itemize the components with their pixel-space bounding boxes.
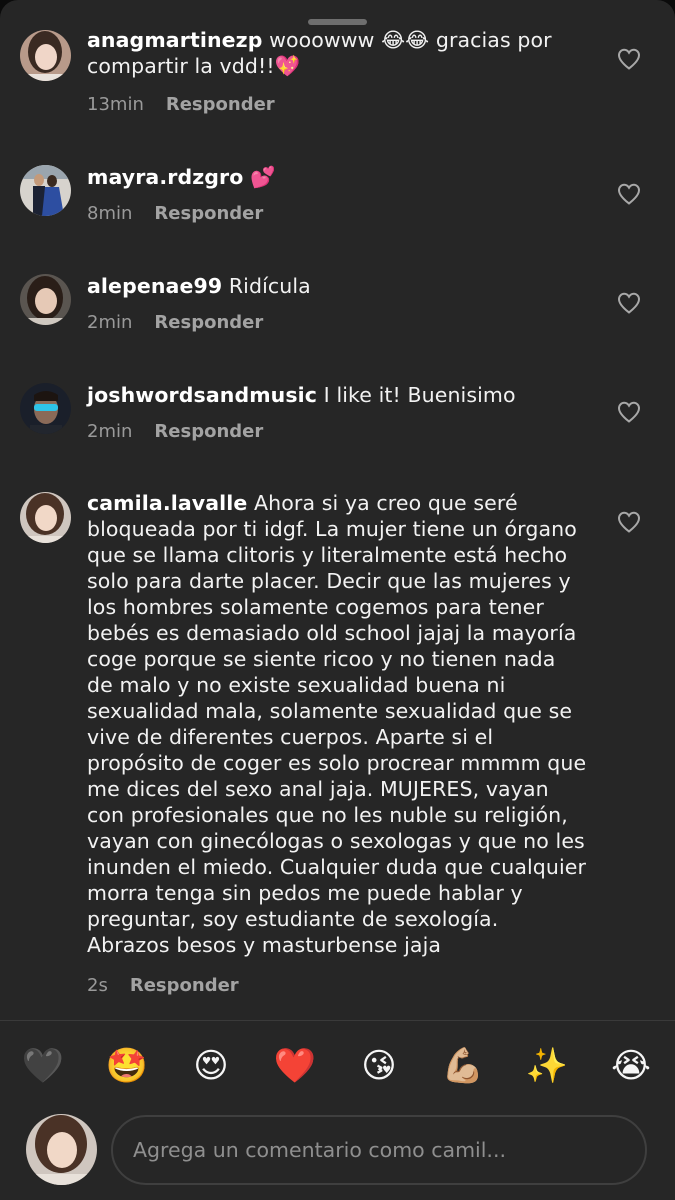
comment-meta: 2min Responder — [87, 312, 263, 333]
heart-outline-icon[interactable] — [617, 292, 641, 314]
heart-outline-icon[interactable] — [617, 183, 641, 205]
heart-outline-icon[interactable] — [617, 511, 641, 533]
reply-button[interactable]: Responder — [130, 975, 239, 996]
comment-body: 💕 — [243, 165, 276, 189]
avatar[interactable] — [20, 274, 71, 325]
avatar[interactable] — [20, 30, 71, 81]
comment-text: camila.lavalle Ahora si ya creo que seré… — [87, 490, 587, 958]
comment-text: mayra.rdzgro 💕 — [87, 164, 607, 190]
comment-body: Ahora si ya creo que seré bloqueada por … — [87, 491, 587, 957]
comment-meta: 2min Responder — [87, 421, 263, 442]
heart-outline-icon[interactable] — [617, 48, 641, 70]
kiss-emoji-button[interactable]: 😘 — [356, 1043, 402, 1089]
comment-text: anagmartinezp wooowww 😂😂 gracias por com… — [87, 27, 607, 79]
comments-sheet: anagmartinezp wooowww 😂😂 gracias por com… — [0, 0, 675, 1200]
heart-outline-icon[interactable] — [617, 401, 641, 423]
comment-time: 2min — [87, 421, 133, 442]
comment-time: 13min — [87, 94, 144, 115]
comment-meta: 13min Responder — [87, 94, 275, 115]
avatar[interactable] — [20, 165, 71, 216]
current-user-avatar — [26, 1114, 97, 1185]
black-heart-emoji-button[interactable]: 🖤 — [20, 1043, 66, 1089]
comment-text: alepenae99 Ridícula — [87, 273, 607, 299]
crying-emoji-button[interactable]: 😭 — [608, 1043, 654, 1089]
comment-username[interactable]: camila.lavalle — [87, 491, 247, 515]
reply-button[interactable]: Responder — [154, 203, 263, 224]
star-struck-emoji-button[interactable]: 🤩 — [104, 1043, 150, 1089]
avatar[interactable] — [20, 383, 71, 434]
heart-eyes-emoji-button[interactable]: 😍 — [188, 1043, 234, 1089]
comment-body: Ridícula — [222, 274, 311, 298]
comment-time: 8min — [87, 203, 133, 224]
divider — [0, 1020, 675, 1021]
reply-button[interactable]: Responder — [154, 312, 263, 333]
comment-username[interactable]: alepenae99 — [87, 274, 222, 298]
comment-username[interactable]: anagmartinezp — [87, 28, 262, 52]
comment-input[interactable] — [111, 1115, 647, 1185]
red-heart-emoji-button[interactable]: ❤️ — [272, 1043, 318, 1089]
comment-time: 2min — [87, 312, 133, 333]
comment-time: 2s — [87, 975, 108, 996]
comment-username[interactable]: mayra.rdzgro — [87, 165, 243, 189]
reply-button[interactable]: Responder — [154, 421, 263, 442]
reply-button[interactable]: Responder — [166, 94, 275, 115]
comment-meta: 2s Responder — [87, 975, 239, 996]
sparkles-emoji-button[interactable]: ✨ — [524, 1043, 570, 1089]
comment-meta: 8min Responder — [87, 203, 263, 224]
comment-body: I like it! Buenisimo — [317, 383, 516, 407]
quick-emoji-bar: 🖤 🤩 😍 ❤️ 😘 💪🏼 ✨ 😭 — [0, 1043, 675, 1089]
avatar[interactable] — [20, 492, 71, 543]
sheet-grabber[interactable] — [308, 19, 367, 25]
comment-username[interactable]: joshwordsandmusic — [87, 383, 317, 407]
flexed-biceps-emoji-button[interactable]: 💪🏼 — [440, 1043, 486, 1089]
comment-text: joshwordsandmusic I like it! Buenisimo — [87, 382, 607, 408]
